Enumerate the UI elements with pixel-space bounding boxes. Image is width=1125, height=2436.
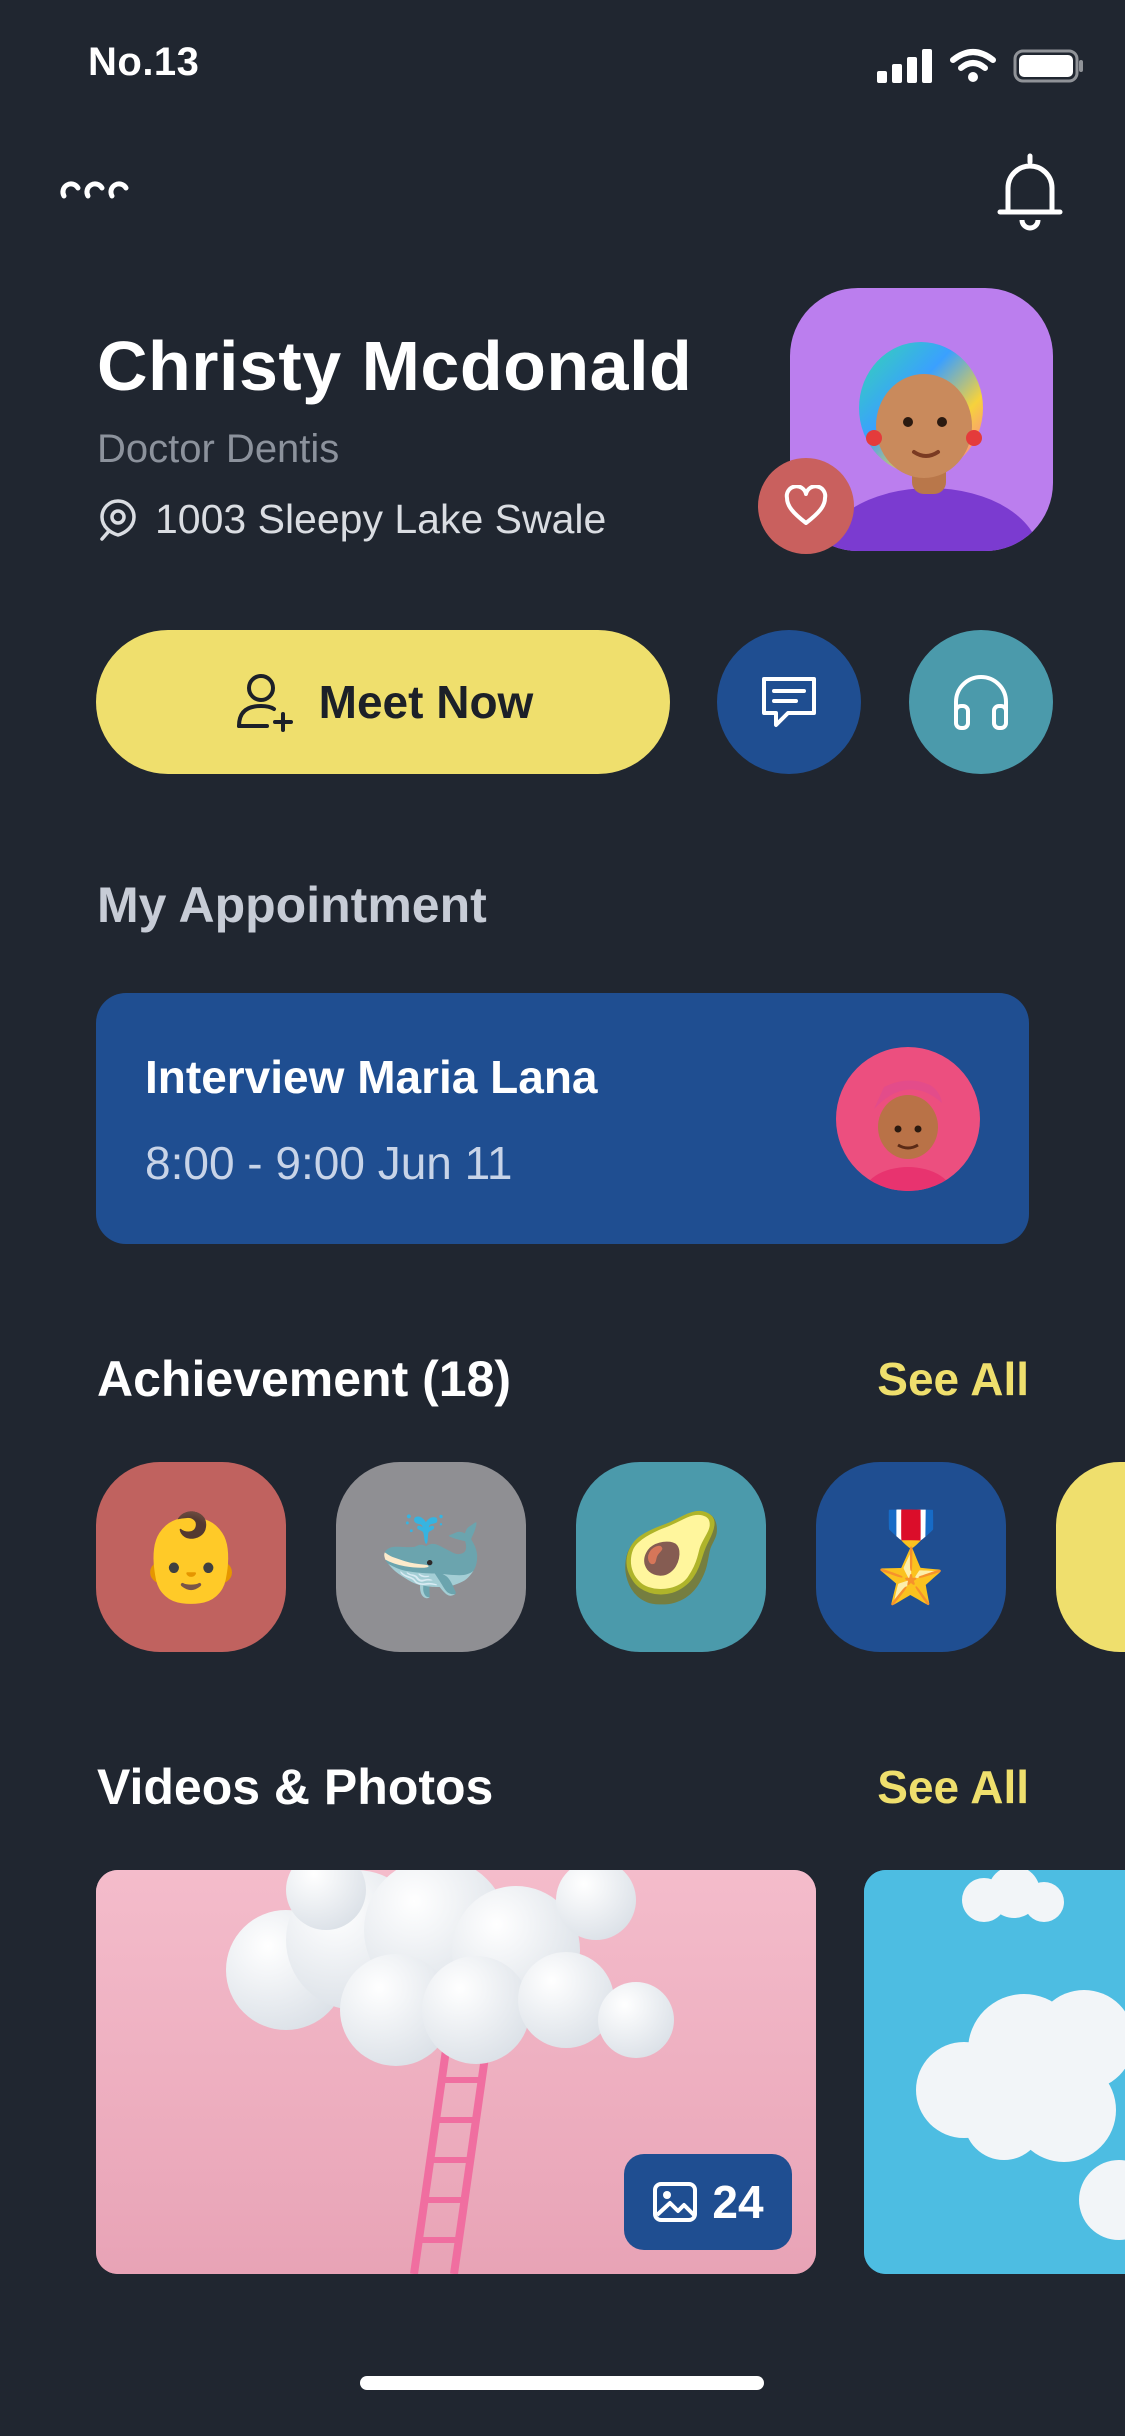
address-text: 1003 Sleepy Lake Swale	[155, 496, 607, 542]
location-pin-icon	[100, 498, 136, 541]
chat-bubble-icon	[762, 677, 816, 727]
achievement-badge[interactable]	[1056, 1462, 1125, 1652]
image-icon	[653, 2182, 698, 2222]
photo-count-text: 24	[712, 2176, 764, 2228]
appointment-time: 8:00 - 9:00 Jun 11	[145, 1137, 513, 1189]
meet-now-label: Meet Now	[318, 676, 534, 728]
whale-icon: 🐳	[377, 1509, 485, 1606]
profile-address: 1003 Sleepy Lake Swale	[97, 496, 606, 543]
more-icon	[60, 181, 129, 199]
photo-album-card[interactable]: 24	[96, 1870, 816, 2274]
status-time: No.13	[88, 40, 200, 84]
status-icons	[877, 48, 1085, 84]
appointment-card[interactable]: Interview Maria Lana 8:00 - 9:00 Jun 11	[96, 993, 1029, 1244]
achievement-section-title: Achievement (18)	[97, 1351, 512, 1407]
favorite-button[interactable]	[758, 458, 854, 554]
photo-count-badge: 24	[624, 2154, 792, 2250]
headphones-icon	[954, 675, 1008, 730]
achievement-badge[interactable]: 🥑	[576, 1462, 766, 1652]
media-see-all-link[interactable]: See All	[877, 1760, 1029, 1814]
appointment-avatar	[836, 1047, 980, 1191]
meet-now-button[interactable]: Meet Now	[96, 630, 670, 774]
profile-name: Christy Mcdonald	[97, 327, 693, 405]
profile-role: Doctor Dentis	[97, 427, 340, 471]
achievement-see-all-link[interactable]: See All	[877, 1352, 1029, 1406]
baby-icon: 👶	[137, 1509, 245, 1606]
home-indicator[interactable]	[360, 2376, 764, 2390]
chat-button[interactable]	[717, 630, 861, 774]
media-section-title: Videos & Photos	[97, 1759, 494, 1815]
notification-button[interactable]	[994, 150, 1066, 234]
medal-icon: 🎖️	[857, 1509, 965, 1606]
achievement-badge[interactable]: 🐳	[336, 1462, 526, 1652]
cloud-sky-image	[864, 1870, 1125, 2274]
appointment-section-title: My Appointment	[97, 877, 487, 933]
achievement-badge[interactable]: 👶	[96, 1462, 286, 1652]
achievement-badge[interactable]: 🎖️	[816, 1462, 1006, 1652]
menu-button[interactable]	[56, 172, 138, 212]
heart-icon	[784, 485, 828, 525]
avocado-icon: 🥑	[617, 1509, 725, 1606]
support-button[interactable]	[909, 630, 1053, 774]
bell-icon	[997, 153, 1063, 231]
appointment-title: Interview Maria Lana	[145, 1051, 598, 1103]
add-user-icon	[236, 674, 293, 732]
video-album-card[interactable]	[864, 1870, 1125, 2274]
battery-icon	[1013, 49, 1083, 83]
wifi-icon	[950, 49, 996, 82]
signal-icon	[877, 49, 932, 83]
